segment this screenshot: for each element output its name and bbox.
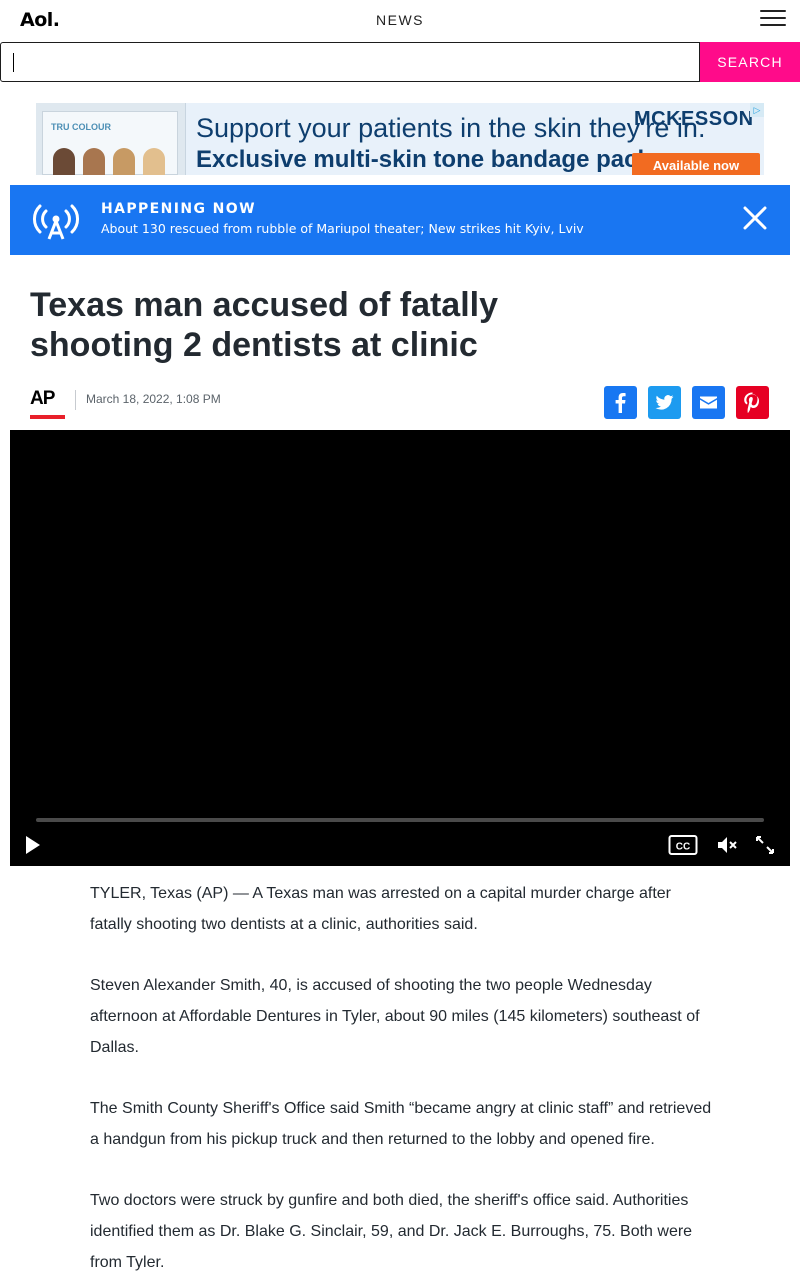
share-twitter-button[interactable] xyxy=(648,386,681,419)
article-paragraph: Steven Alexander Smith, 40, is accused o… xyxy=(90,977,700,1056)
bandage-swatch xyxy=(143,148,165,175)
ap-logo-underline xyxy=(30,415,65,419)
mute-icon[interactable] xyxy=(716,835,738,855)
advertiser-logo: MCKESSON xyxy=(634,108,754,130)
article-paragraph: The Smith County Sheriff's Office said S… xyxy=(90,1100,712,1148)
section-title: NEWS xyxy=(376,12,424,28)
byline-divider xyxy=(75,390,76,410)
byline: AP March 18, 2022, 1:08 PM xyxy=(30,388,330,420)
article-headline: Texas man accused of fatally shooting 2 … xyxy=(30,286,499,364)
facebook-icon xyxy=(615,393,626,413)
hamburger-menu-icon[interactable] xyxy=(760,10,786,28)
share-facebook-button[interactable] xyxy=(604,386,637,419)
bandage-swatch xyxy=(53,148,75,175)
ap-logo[interactable]: AP xyxy=(30,388,65,420)
video-player[interactable]: CC xyxy=(10,430,790,866)
ap-logo-text: AP xyxy=(30,388,55,409)
search-button[interactable]: SEARCH xyxy=(700,42,800,82)
closed-captions-icon[interactable]: CC xyxy=(668,834,698,856)
ad-choices-icon[interactable]: ▷ xyxy=(750,103,764,117)
ad-brand-label: TRU COLOUR xyxy=(51,122,111,132)
bandage-box: TRU COLOUR xyxy=(42,111,178,175)
bandage-swatch xyxy=(83,148,105,175)
text-caret xyxy=(13,53,14,72)
search-input[interactable] xyxy=(0,42,700,82)
twitter-icon xyxy=(655,395,674,410)
close-icon[interactable] xyxy=(742,205,768,231)
ad-subline: Exclusive multi-skin tone bandage packs. xyxy=(196,146,671,173)
advertisement-banner[interactable]: TRU COLOUR Support your patients in the … xyxy=(36,103,764,175)
play-icon[interactable] xyxy=(24,835,42,855)
bandage-swatch xyxy=(113,148,135,175)
share-email-button[interactable] xyxy=(692,386,725,419)
happening-now-text[interactable]: About 130 rescued from rubble of Mariupo… xyxy=(101,221,584,236)
ad-product-image: TRU COLOUR xyxy=(36,103,186,175)
article-body: TYLER, Texas (AP) — A Texas man was arre… xyxy=(90,878,715,1280)
email-icon xyxy=(700,396,717,409)
ad-cta-button[interactable]: Available now xyxy=(632,153,760,175)
article-paragraph: Two doctors were struck by gunfire and b… xyxy=(90,1192,693,1271)
pinterest-icon xyxy=(744,392,759,413)
search-bar: SEARCH xyxy=(0,42,800,82)
happening-now-label: HAPPENING NOW xyxy=(101,201,256,217)
ad-headline: Support your patients in the skin they'r… xyxy=(196,113,706,143)
share-pinterest-button[interactable] xyxy=(736,386,769,419)
video-progress-bar[interactable] xyxy=(36,818,764,822)
broadcast-icon xyxy=(33,204,79,240)
publish-date: March 18, 2022, 1:08 PM xyxy=(86,392,221,406)
svg-text:CC: CC xyxy=(676,842,690,853)
happening-now-banner[interactable]: HAPPENING NOW About 130 rescued from rub… xyxy=(10,185,790,255)
fullscreen-icon[interactable] xyxy=(755,835,775,855)
article-paragraph: TYLER, Texas (AP) — A Texas man was arre… xyxy=(90,885,672,933)
site-header: Aol. NEWS xyxy=(0,0,800,42)
